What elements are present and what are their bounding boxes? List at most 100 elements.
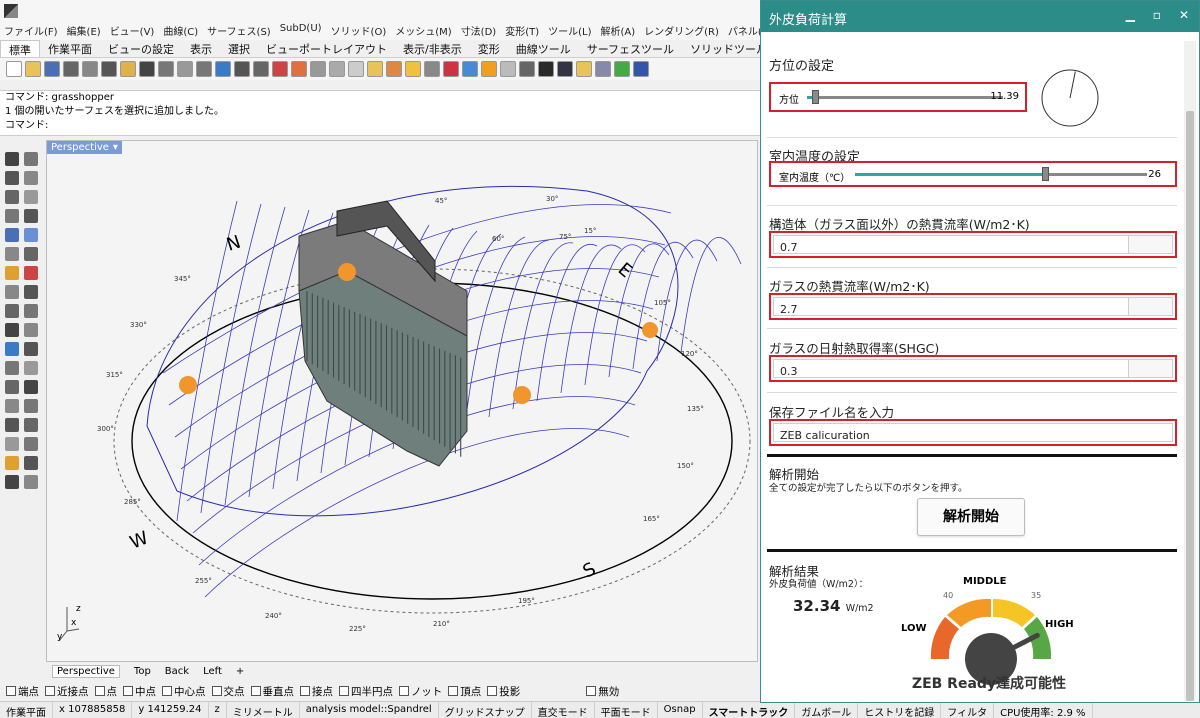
toolbar-tab[interactable]: ビューの設定 (100, 40, 182, 57)
status-item[interactable]: ガムボール (795, 702, 859, 718)
status-item[interactable]: ヒストリを記録 (858, 702, 942, 718)
left-toolbar-tool-icon[interactable] (5, 418, 19, 432)
left-toolbar-tool-icon[interactable] (24, 285, 38, 299)
status-item[interactable]: Osnap (658, 702, 703, 718)
toolbar-tab[interactable]: 作業平面 (40, 40, 100, 57)
toolbar-tool-icon[interactable] (481, 61, 497, 77)
toolbar-tool-icon[interactable] (196, 61, 212, 77)
left-toolbar-tool-icon[interactable] (5, 323, 19, 337)
left-toolbar-tool-icon[interactable] (24, 456, 38, 470)
toolbar-tool-icon[interactable] (139, 61, 155, 77)
menu-item[interactable]: ファイル(F) (4, 23, 58, 38)
menu-item[interactable]: ツール(L) (548, 23, 591, 38)
orientation-slider-handle[interactable] (811, 90, 819, 104)
toolbar-tool-icon[interactable] (405, 61, 421, 77)
left-toolbar-tool-icon[interactable] (5, 342, 19, 356)
maximize-icon[interactable]: ▫ (1153, 8, 1161, 22)
command-area[interactable]: コマンド: grasshopper 1 個の開いたサーフェスを選択に追加しました… (0, 90, 760, 136)
scrollbar-thumb[interactable] (1186, 111, 1194, 701)
toolbar-tool-icon[interactable] (234, 61, 250, 77)
struct-u-input[interactable]: 0.7 (773, 235, 1173, 254)
osnap-option[interactable]: 交点 (211, 684, 245, 699)
menu-item[interactable]: 寸法(D) (461, 23, 497, 38)
status-item[interactable]: グリッドスナップ (439, 702, 532, 718)
toolbar-tool-icon[interactable] (310, 61, 326, 77)
view-tab[interactable]: Perspective (52, 664, 120, 678)
osnap-option[interactable]: 投影 (487, 684, 520, 699)
left-toolbar-tool-icon[interactable] (5, 228, 19, 242)
glass-u-input[interactable]: 2.7 (773, 297, 1173, 316)
toolbar-tool-icon[interactable] (538, 61, 554, 77)
status-item[interactable]: 直交モード (532, 702, 595, 718)
menu-item[interactable]: 曲線(C) (163, 23, 198, 38)
menu-item[interactable]: ソリッド(O) (331, 23, 387, 38)
toolbar-tool-icon[interactable] (25, 61, 41, 77)
osnap-checkbox[interactable] (448, 685, 459, 696)
left-toolbar-tool-icon[interactable] (5, 190, 19, 204)
close-icon[interactable]: ✕ (1179, 8, 1189, 22)
left-toolbar-tool-icon[interactable] (24, 171, 38, 185)
shgc-input[interactable]: 0.3 (773, 359, 1173, 378)
perspective-viewport[interactable]: Perspective ▾ N E S W 15° 30° 45° 60° 75° 105… (46, 140, 758, 662)
left-toolbar-tool-icon[interactable] (5, 152, 19, 166)
toolbar-tool-icon[interactable] (348, 61, 364, 77)
left-toolbar-tool-icon[interactable] (5, 247, 19, 261)
view-tab[interactable]: Top (134, 666, 151, 677)
menu-item[interactable]: メッシュ(M) (395, 23, 451, 38)
toolbar-tool-icon[interactable] (576, 61, 592, 77)
toolbar-tab[interactable]: サーフェスツール (579, 40, 682, 57)
osnap-option[interactable]: 近接点 (45, 684, 89, 699)
toolbar-tab[interactable]: 標準 (0, 40, 40, 57)
left-toolbar-tool-icon[interactable] (24, 304, 38, 318)
toolbar-tool-icon[interactable] (253, 61, 269, 77)
toolbar-tool-icon[interactable] (424, 61, 440, 77)
menu-item[interactable]: 解析(A) (601, 23, 636, 38)
toolbar-tool-icon[interactable] (386, 61, 402, 77)
left-toolbar-tool-icon[interactable] (24, 323, 38, 337)
menu-item[interactable]: 変形(T) (505, 23, 539, 38)
status-item[interactable]: y 141259.24 (132, 702, 209, 718)
status-item[interactable]: スマートトラック (703, 702, 796, 718)
run-analysis-button[interactable]: 解析開始 (917, 498, 1025, 536)
toolbar-tool-icon[interactable] (63, 61, 79, 77)
osnap-checkbox[interactable] (123, 685, 133, 696)
command-prompt[interactable]: コマンド: (5, 119, 760, 133)
osnap-checkbox[interactable] (339, 685, 349, 696)
left-toolbar-tool-icon[interactable] (24, 380, 38, 394)
osnap-option[interactable]: 接点 (300, 684, 333, 699)
toolbar-tab[interactable]: 選択 (220, 40, 258, 57)
toolbar-tool-icon[interactable] (6, 61, 22, 77)
view-tab[interactable]: + (236, 666, 244, 677)
left-toolbar-tool-icon[interactable] (24, 475, 38, 489)
osnap-checkbox[interactable] (211, 685, 222, 696)
toolbar-tool-icon[interactable] (443, 61, 459, 77)
osnap-option[interactable]: 中点 (123, 684, 156, 699)
osnap-checkbox[interactable] (94, 685, 105, 696)
toolbar-tool-icon[interactable] (291, 61, 307, 77)
left-toolbar-tool-icon[interactable] (5, 209, 19, 223)
left-toolbar-tool-icon[interactable] (24, 437, 38, 451)
left-toolbar-tool-icon[interactable] (5, 456, 19, 470)
osnap-option[interactable]: 中心点 (162, 684, 206, 699)
osnap-checkbox[interactable] (487, 685, 498, 696)
toolbar-tab[interactable]: 表示 (182, 40, 220, 57)
view-tab[interactable]: Left (203, 666, 222, 677)
toolbar-tool-icon[interactable] (120, 61, 136, 77)
left-toolbar-tool-icon[interactable] (24, 190, 38, 204)
left-toolbar-tool-icon[interactable] (24, 228, 38, 242)
panel-scrollbar[interactable] (1184, 41, 1196, 701)
left-toolbar-tool-icon[interactable] (24, 361, 38, 375)
menu-item[interactable]: レンダリング(R) (644, 23, 719, 38)
osnap-option[interactable]: 垂直点 (250, 684, 294, 699)
left-toolbar-tool-icon[interactable] (5, 171, 19, 185)
toolbar-tool-icon[interactable] (158, 61, 174, 77)
toolbar-tab[interactable]: 曲線ツール (508, 40, 579, 57)
toolbar-tab[interactable]: 表示/非表示 (395, 40, 470, 57)
osnap-option[interactable]: 端点 (6, 684, 39, 699)
toolbar-tool-icon[interactable] (82, 61, 98, 77)
status-item[interactable]: 作業平面 (0, 702, 53, 718)
left-toolbar-tool-icon[interactable] (5, 285, 19, 299)
toolbar-tool-icon[interactable] (272, 61, 288, 77)
menu-item[interactable]: 編集(E) (67, 23, 101, 38)
osnap-checkbox[interactable] (45, 685, 55, 696)
